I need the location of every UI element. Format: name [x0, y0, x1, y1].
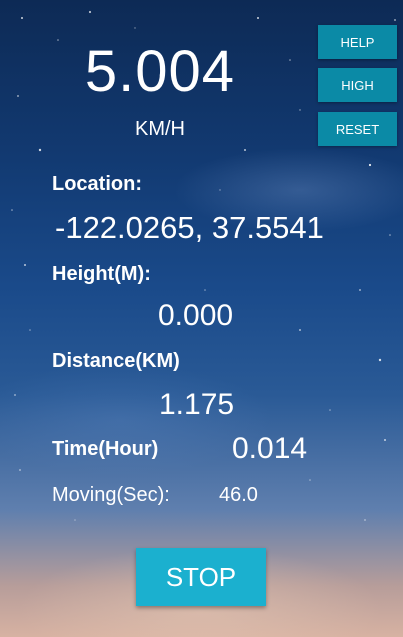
high-button[interactable]: HIGH: [318, 68, 397, 102]
speed-unit: KM/H: [135, 118, 185, 140]
time-label: Time(Hour): [52, 438, 159, 460]
speed-value: 5.004: [84, 39, 236, 104]
height-label: Height(M):: [52, 263, 151, 285]
distance-value: 1.175: [159, 388, 235, 421]
height-value: 0.000: [158, 299, 234, 332]
time-value: 0.014: [232, 432, 308, 465]
stop-button[interactable]: STOP: [136, 548, 266, 606]
moving-label: Moving(Sec):: [52, 484, 170, 506]
distance-label: Distance(KM): [52, 350, 180, 372]
reset-button[interactable]: RESET: [318, 112, 397, 146]
location-value: -122.0265, 37.5541: [55, 210, 324, 245]
moving-value: 46.0: [219, 484, 258, 506]
help-button[interactable]: HELP: [318, 25, 397, 59]
location-label: Location:: [52, 173, 142, 195]
